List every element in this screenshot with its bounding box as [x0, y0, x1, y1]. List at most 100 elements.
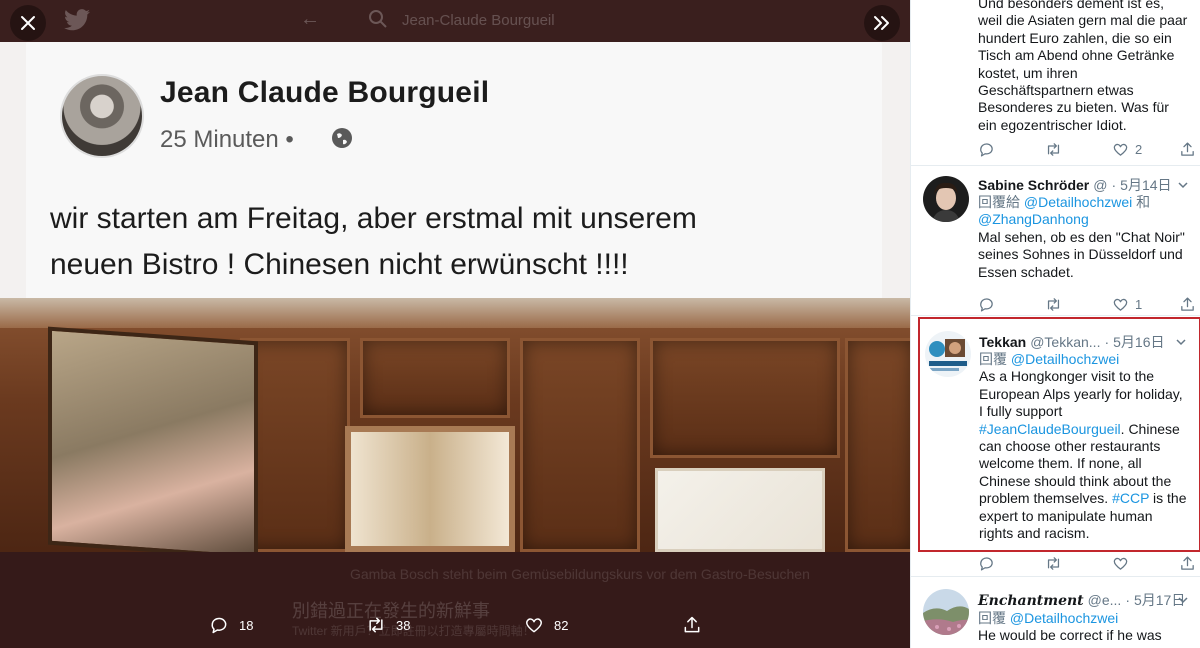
reply-context: 回覆 @Detailhochzwei	[978, 610, 1191, 627]
reply-context: 回覆給 @Detailhochzwei 和 @ZhangDanhong	[978, 194, 1191, 229]
facebook-post-card: Jean Claude Bourgueil 25 Minuten • wir s…	[26, 42, 882, 304]
wood-panel	[845, 338, 910, 552]
separator-dot: ·	[1104, 334, 1110, 350]
search-icon	[369, 10, 387, 28]
search-query-text: Jean-Claude Bourgueil	[402, 12, 555, 29]
share-icon	[1181, 297, 1194, 311]
like-count: 2	[1135, 142, 1143, 157]
like-icon	[1113, 143, 1128, 156]
like-icon	[1113, 298, 1128, 311]
author-avatar	[60, 74, 144, 158]
share-icon	[1181, 142, 1194, 156]
chevron-down-icon[interactable]	[1177, 179, 1189, 191]
reply-button[interactable]	[978, 141, 1045, 158]
reply-button[interactable]	[978, 296, 1045, 313]
mention-link[interactable]: @Detailhochzwei	[1010, 610, 1118, 626]
tweet-actions: 2	[978, 141, 1200, 158]
share-button[interactable]	[1179, 555, 1200, 572]
share-button[interactable]	[1179, 141, 1200, 158]
like-icon	[1113, 557, 1128, 570]
user-handle[interactable]: @	[1093, 177, 1107, 194]
reply-button[interactable]: 18	[209, 615, 253, 635]
twitter-bird-icon	[64, 9, 90, 31]
user-handle[interactable]: @Tekkan...	[1030, 334, 1100, 351]
reply-tweet[interactable]: Und besonders dement ist es, weil die As…	[911, 0, 1200, 166]
user-name[interactable]: Enchantment	[978, 593, 1084, 610]
close-icon	[21, 16, 35, 30]
user-handle[interactable]: @e...	[1088, 592, 1122, 609]
mention-link[interactable]: @Detailhochzwei	[1011, 351, 1119, 367]
reply-context: 回覆 @Detailhochzwei	[979, 351, 1189, 368]
user-avatar-image	[923, 589, 969, 635]
tweet-actions: 1	[978, 296, 1200, 313]
retweet-button[interactable]	[1045, 296, 1112, 313]
post-text-line: neuen Bistro ! Chinesen nicht erwünscht …	[50, 248, 629, 281]
retweet-count: 38	[396, 617, 411, 633]
highlighted-reply-tweet[interactable]: Tekkan @Tekkan... · 5月16日 回覆 @Detailhoch…	[918, 317, 1200, 552]
retweet-button[interactable]	[1045, 555, 1112, 572]
mention-link[interactable]: @Detailhochzwei	[1024, 194, 1132, 210]
like-button[interactable]: 82	[524, 615, 568, 635]
retweet-button[interactable]	[1045, 141, 1112, 158]
like-button[interactable]: 1	[1112, 296, 1179, 313]
tweet-actions	[978, 555, 1200, 572]
retweet-icon	[1047, 143, 1060, 156]
expand-button[interactable]	[864, 5, 900, 41]
media-viewer: ← Jean-Claude Bourgueil Jean Claude Bour…	[0, 0, 910, 648]
chevron-down-icon[interactable]	[1177, 594, 1189, 606]
replies-column[interactable]: Und besonders dement ist es, weil die As…	[910, 0, 1200, 648]
retweet-icon	[1047, 557, 1060, 570]
tweet-header: Enchantment @e... · 5月17日	[978, 592, 1191, 610]
tweet-date[interactable]: 5月14日	[1120, 177, 1171, 194]
share-icon	[1181, 556, 1194, 570]
globe-icon	[332, 128, 352, 148]
reply-icon	[980, 298, 993, 312]
user-avatar-image	[923, 176, 969, 222]
viewer-top-bar: ← Jean-Claude Bourgueil	[0, 0, 910, 42]
reply-icon	[980, 143, 993, 157]
reply-count: 18	[239, 617, 254, 633]
user-name[interactable]: Tekkan	[979, 334, 1026, 351]
reply-button[interactable]	[978, 555, 1045, 572]
reply-tweet[interactable]: Enchantment @e... · 5月17日 回覆 @Detailhoch…	[911, 576, 1200, 648]
close-button[interactable]	[10, 5, 46, 41]
expand-icon	[874, 16, 889, 30]
like-count: 82	[554, 617, 569, 633]
background-banner-subtitle: Twitter 新用戶？立即註冊以打造專屬時間軸！	[292, 624, 535, 638]
still-life-picture	[655, 468, 825, 552]
reply-conjunction: 和	[1136, 194, 1151, 210]
tweet-text: Und besonders dement ist es, weil die As…	[978, 0, 1188, 133]
post-screenshot-image: Jean Claude Bourgueil 25 Minuten • wir s…	[0, 42, 910, 552]
mention-link[interactable]: @ZhangDanhong	[978, 211, 1089, 227]
avatar[interactable]	[923, 176, 969, 222]
tweet-header: Sabine Schröder @ · 5月14日	[978, 177, 1191, 194]
separator-dot: ·	[1125, 592, 1130, 608]
tweet-text-part: As a Hongkonger visit to the European Al…	[979, 368, 1183, 420]
background-caption: Gamba Bosch steht beim Gemüsebildungskur…	[350, 566, 810, 582]
avatar[interactable]	[925, 331, 971, 377]
post-text-line: wir starten am Freitag, aber erstmal mit…	[50, 202, 697, 235]
tweet-content: Tekkan @Tekkan... · 5月16日 回覆 @Detailhoch…	[979, 334, 1189, 542]
retweet-button[interactable]: 38	[366, 615, 410, 635]
tweet-text: Mal sehen, ob es den "Chat Noir" seines …	[978, 228, 1185, 280]
retweet-icon	[1047, 298, 1060, 311]
tweet-content: Enchantment @e... · 5月17日 回覆 @Detailhoch…	[978, 592, 1191, 645]
tweet-text: As a Hongkonger visit to the European Al…	[979, 368, 1189, 542]
reply-tweet[interactable]: Sabine Schröder @ · 5月14日 回覆給 @Detailhoc…	[911, 166, 1200, 316]
like-button[interactable]	[1112, 555, 1179, 572]
user-name[interactable]: Sabine Schröder	[978, 177, 1089, 194]
hashtag-link[interactable]: #CCP	[1112, 490, 1149, 506]
share-button[interactable]	[682, 615, 702, 635]
chevron-down-icon[interactable]	[1175, 336, 1187, 348]
post-text: wir starten am Freitag, aber erstmal mit…	[50, 196, 870, 288]
tweet-date[interactable]: 5月16日	[1113, 334, 1164, 351]
avatar[interactable]	[923, 589, 969, 635]
wall-painting	[48, 326, 258, 552]
wood-panel	[360, 338, 510, 418]
like-button[interactable]: 2	[1112, 141, 1179, 158]
share-button[interactable]	[1179, 296, 1200, 313]
ceiling	[0, 298, 910, 328]
hashtag-link[interactable]: #JeanClaudeBourgueil	[979, 421, 1121, 437]
share-icon	[684, 616, 700, 633]
separator-dot: ·	[1111, 177, 1117, 193]
